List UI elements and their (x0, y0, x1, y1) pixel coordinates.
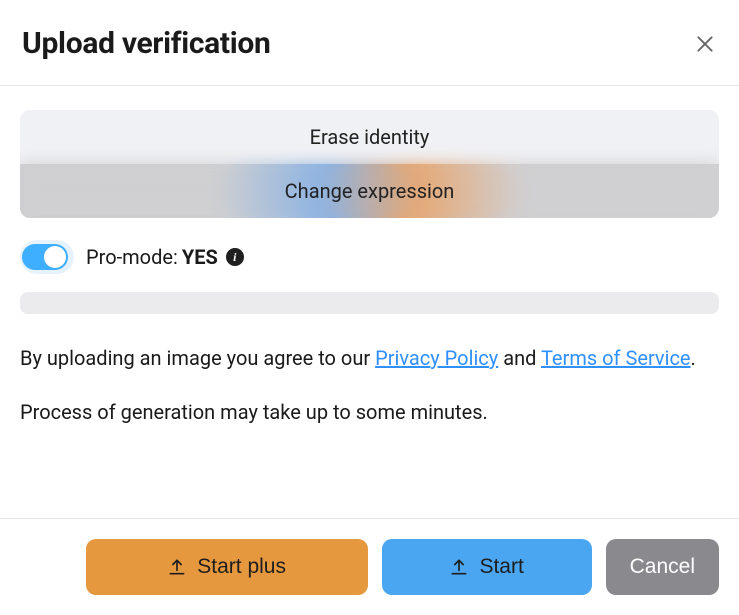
start-plus-button[interactable]: Start plus (86, 539, 368, 595)
tab-erase-label: Erase identity (310, 125, 430, 149)
upload-verification-modal: Upload verification Erase identity Chang… (0, 0, 739, 615)
privacy-policy-link[interactable]: Privacy Policy (375, 346, 498, 370)
agreement-text: By uploading an image you agree to our P… (20, 342, 719, 374)
start-label: Start (479, 555, 523, 579)
pro-mode-row: Pro-mode: YES i (20, 240, 719, 274)
start-button[interactable]: Start (382, 539, 592, 595)
process-note: Process of generation may take up to som… (20, 400, 719, 424)
agreement-suffix: . (691, 346, 696, 370)
tab-change-expression[interactable]: Change expression (20, 164, 719, 218)
modal-header: Upload verification (0, 0, 739, 86)
cancel-label: Cancel (630, 555, 695, 579)
pro-mode-prefix: Pro-mode: (86, 245, 178, 269)
agreement-prefix: By uploading an image you agree to our (20, 346, 375, 370)
modal-body: Erase identity Change expression Pro-mod… (0, 86, 739, 518)
progress-bar (20, 292, 719, 314)
upload-icon (167, 557, 187, 577)
close-button[interactable] (693, 32, 717, 56)
cancel-button[interactable]: Cancel (606, 539, 719, 595)
close-icon (695, 34, 715, 54)
agreement-and: and (498, 346, 541, 370)
info-icon[interactable]: i (226, 248, 244, 266)
start-plus-label: Start plus (197, 555, 286, 579)
pro-mode-label: Pro-mode: YES i (86, 245, 244, 269)
pro-mode-toggle[interactable] (20, 240, 74, 274)
pro-mode-value: YES (182, 245, 218, 269)
upload-icon (449, 557, 469, 577)
terms-of-service-link[interactable]: Terms of Service (541, 346, 691, 370)
tab-erase-identity[interactable]: Erase identity (20, 110, 719, 164)
toggle-track (22, 244, 68, 270)
modal-title: Upload verification (22, 26, 271, 61)
toggle-knob (44, 246, 66, 268)
tab-group: Erase identity Change expression (20, 110, 719, 218)
modal-footer: Start plus Start Cancel (0, 518, 739, 615)
tab-change-label: Change expression (285, 179, 455, 203)
